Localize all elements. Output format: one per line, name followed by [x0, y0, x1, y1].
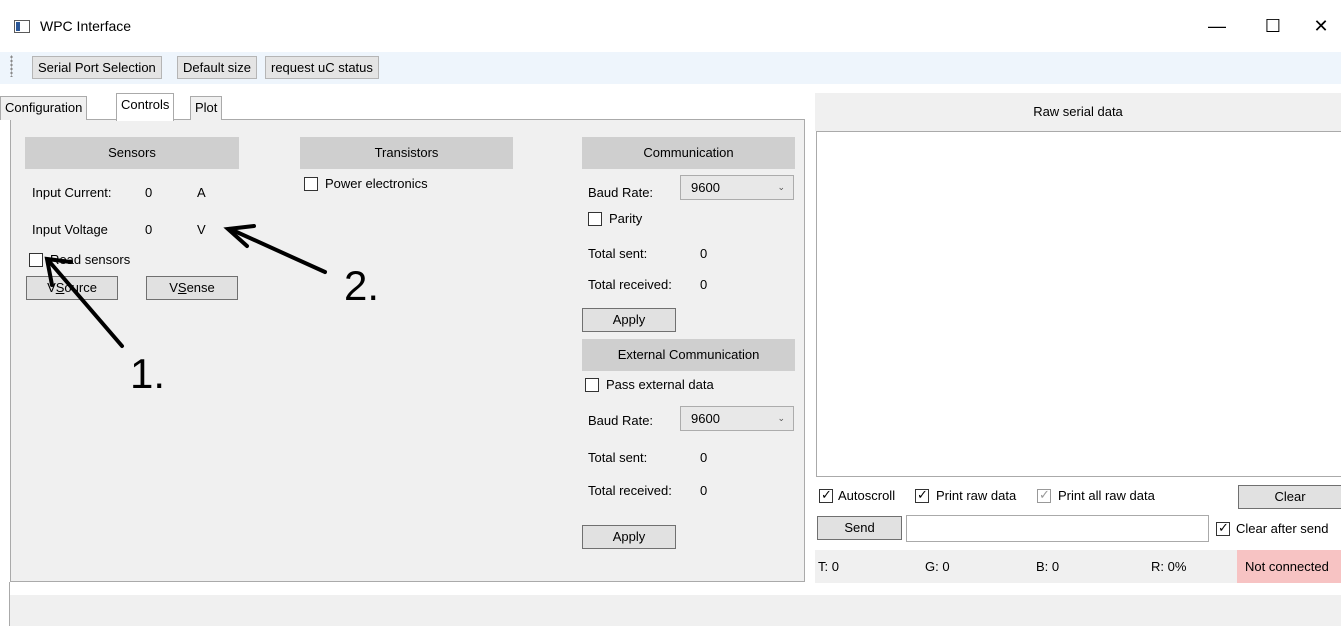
- annotation-label-1: 1.: [130, 350, 166, 397]
- annotation-label-2: 2.: [344, 262, 380, 309]
- tab-controls[interactable]: Controls: [116, 93, 175, 121]
- annotation-arrows-icon: [44, 224, 327, 348]
